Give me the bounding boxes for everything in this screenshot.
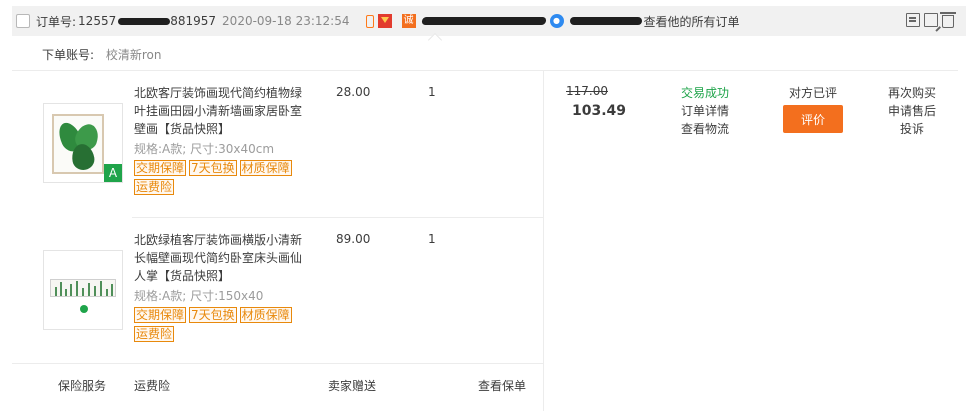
cheng-icon: 诚	[401, 14, 416, 28]
message-icon[interactable]	[906, 13, 920, 27]
service-tags: 交期保障 7天包换 材质保障 运费险	[134, 307, 309, 342]
order-account: 下单账号: 校清新ron	[42, 46, 162, 63]
trade-success-status: 交易成功	[681, 86, 730, 100]
apply-after-sale-link[interactable]: 申请售后	[886, 102, 938, 120]
insurance-service-label: 保险服务	[58, 379, 107, 393]
product-title[interactable]: 北欧客厅装饰画现代简约植物绿叶挂画田园小清新墙画家居卧室壁画【货品快照】	[134, 84, 306, 138]
order-header: 订单号: 12557 881957 2020-09-18 23:12:54 诚 …	[12, 6, 966, 36]
service-tag[interactable]: 7天包换	[189, 307, 237, 323]
quality-a-badge: A	[104, 164, 122, 182]
quantity: 1	[428, 232, 436, 246]
product-snapshot-link[interactable]: 【货品快照】	[158, 269, 230, 283]
product-spec: 规格:A款; 尺寸:30x40cm	[134, 142, 275, 156]
total-paid: 103.49	[572, 103, 627, 119]
order-status: 交易成功 订单详情 查看物流	[681, 84, 729, 138]
divider	[132, 217, 543, 218]
order-account-label: 下单账号:	[42, 48, 95, 62]
product-title[interactable]: 北欧绿植客厅装饰画横版小清新长幅壁画现代简约卧室床头画仙人掌【货品快照】	[134, 231, 306, 285]
service-tag[interactable]: 运费险	[134, 179, 175, 195]
service-tag[interactable]: 运费险	[134, 326, 175, 342]
original-price: 117.00	[566, 84, 608, 98]
service-tag[interactable]: 材质保障	[239, 160, 292, 176]
redacted-seller-name[interactable]	[569, 17, 642, 25]
seller-gift-label: 卖家赠送	[328, 379, 377, 393]
buy-again-link[interactable]: 再次购买	[886, 84, 938, 102]
wangwang-chat-icon[interactable]: ●	[549, 14, 564, 28]
order-actions: 再次购买 申请售后 投诉	[886, 84, 938, 138]
product-thumbnail[interactable]: A	[43, 103, 123, 183]
order-account-value: 校清新ron	[105, 48, 162, 62]
trash-icon[interactable]	[940, 12, 956, 28]
coupon-icon	[377, 14, 392, 28]
order-number-label: 订单号:	[36, 14, 77, 29]
product-spec: 规格:A款; 尺寸:150x40	[134, 289, 264, 303]
view-all-orders-link[interactable]: 查看他的所有订单	[644, 13, 740, 30]
redacted-shop-name[interactable]	[420, 17, 547, 25]
service-tag[interactable]: 7天包换	[189, 160, 237, 176]
view-logistics-link[interactable]: 查看物流	[681, 120, 729, 138]
product-thumbnail[interactable]	[43, 250, 123, 330]
divider	[543, 71, 544, 411]
freight-insurance-label: 运费险	[134, 379, 171, 393]
order-time: 2020-09-18 23:12:54	[222, 14, 350, 28]
review-section: 对方已评 评价	[783, 84, 843, 133]
view-policy-link[interactable]: 查看保单	[478, 377, 526, 394]
order-detail-link[interactable]: 订单详情	[681, 102, 729, 120]
plant-painting-image	[52, 114, 104, 174]
order-tools	[906, 12, 956, 28]
complain-link[interactable]: 投诉	[886, 120, 938, 138]
unit-price: 89.00	[336, 232, 371, 246]
review-button[interactable]: 评价	[783, 105, 843, 133]
divider	[12, 363, 543, 364]
grass-painting-image	[50, 279, 116, 297]
green-dot-icon	[80, 305, 88, 313]
product-snapshot-link[interactable]: 【货品快照】	[158, 122, 230, 136]
order-select-checkbox[interactable]	[16, 14, 30, 28]
service-tag[interactable]: 交期保障	[134, 160, 187, 176]
review-status: 对方已评	[788, 86, 837, 100]
quantity: 1	[428, 85, 436, 99]
order-number-tail: 881957	[170, 14, 217, 28]
service-tag[interactable]: 交期保障	[134, 307, 187, 323]
note-icon[interactable]	[924, 13, 938, 27]
redaction-mark	[118, 17, 171, 25]
service-tag[interactable]: 材质保障	[239, 307, 292, 323]
order-number: 12557	[78, 14, 117, 28]
unit-price: 28.00	[336, 85, 371, 99]
mobile-order-icon	[365, 14, 374, 28]
service-tags: 交期保障 7天包换 材质保障 运费险	[134, 160, 309, 195]
